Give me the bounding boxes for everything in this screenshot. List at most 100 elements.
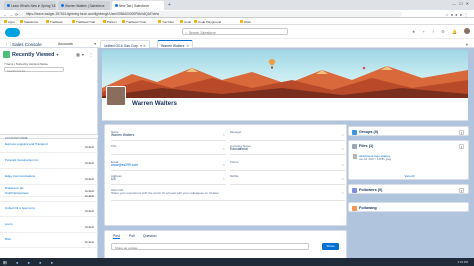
list-item[interactable]: Smith Enterprises Default — [0, 190, 98, 202]
bookmark[interactable]: Code Playground — [194, 20, 221, 24]
favicon-icon — [7, 4, 10, 8]
os-taskbar: ⊞ ● ● ● ● 4:33 PM — [0, 258, 474, 266]
mountain-landscape-illustration — [102, 59, 468, 98]
browser-tab-bar: Learn What's New in Spring '18 Warren Wa… — [0, 0, 474, 10]
favicon-icon — [61, 4, 64, 8]
list-item[interactable]: Loom Default — [0, 221, 98, 233]
profile-avatar[interactable] — [106, 86, 126, 106]
files-card: Files (1) ▾ attachment-logo-shapes Jan 1… — [348, 140, 469, 180]
tab-post[interactable]: Post — [113, 234, 120, 239]
following-title[interactable]: Following — [359, 206, 377, 210]
bookmark-icon — [122, 20, 125, 24]
taskbar-app-icons[interactable]: ● ● ● ● — [16, 260, 57, 265]
bookmark[interactable]: Trailhead Trust — [122, 20, 146, 24]
pencil-icon[interactable]: ✎ — [222, 147, 225, 151]
pencil-icon[interactable]: ✎ — [341, 133, 344, 137]
account-icon — [3, 51, 10, 58]
bookmarks-bar: Apps Salesforce Trailhead Trailhead Trai… — [0, 18, 474, 25]
bookmark-icon — [158, 20, 161, 24]
field-phone: Phone ✎ — [230, 159, 345, 171]
chevron-down-icon[interactable]: ▾ — [466, 42, 468, 48]
list-item[interactable]: Edge Communications Default — [0, 173, 98, 185]
field-company: Company Name Educational ✎ — [230, 143, 345, 155]
list-view-header: Recently Viewed ▾ ▦▾ ⋮ — [3, 51, 95, 59]
list-item[interactable]: Pyramid Construction Inc. Default — [0, 157, 98, 169]
profile-name: Warren Walters — [132, 100, 177, 107]
bookmark[interactable]: Salesforce — [20, 20, 38, 24]
bookmark-icon — [46, 20, 49, 24]
pencil-icon[interactable]: ✎ — [341, 163, 344, 167]
user-record-page: Warren Walters Name Warren Walters ✎ Man… — [100, 48, 474, 264]
user-details-card: Name Warren Walters ✎ Manager ✎ Title ✎ … — [104, 124, 347, 226]
browser-tab[interactable]: Warren Walters | Salesforce — [58, 1, 110, 10]
groups-title[interactable]: Groups (0) — [359, 130, 378, 134]
share-button[interactable]: Share — [322, 243, 339, 250]
share-update-input[interactable]: Share an update... — [111, 243, 309, 250]
browser-tab-active[interactable]: New Tab | Salesforce — [112, 1, 164, 10]
nav-arrows-icon[interactable]: ←→⟳ — [3, 12, 20, 17]
card-header: Followers (0) ▾ — [352, 187, 464, 194]
user-avatar[interactable] — [464, 28, 470, 34]
list-item[interactable]: United Oil & Gas Corp. Default — [0, 205, 98, 217]
tab-question[interactable]: Question — [143, 234, 157, 238]
tab-poll[interactable]: Poll — [129, 234, 135, 238]
list-tools-icons[interactable]: ▦▾ ⋮ — [76, 52, 95, 57]
pencil-icon[interactable]: ✎ — [341, 191, 344, 195]
list-item[interactable]: Bolo Default — [0, 236, 98, 248]
file-item[interactable]: attachment-logo-shapes Jan 10, 2017 • 12… — [353, 154, 463, 164]
bookmark-icon — [4, 20, 7, 24]
close-icon[interactable]: ▾ ✕ — [140, 44, 146, 48]
chevron-down-icon[interactable]: ▾ — [459, 129, 464, 135]
groups-card: Groups (0) ▾ — [348, 126, 469, 136]
address-bar: ←→⟳ https://brave-badger-397516.lightnin… — [0, 10, 474, 18]
card-header: Files (1) ▾ — [352, 143, 464, 150]
list-view-selector[interactable]: Recently Viewed ▾ — [12, 52, 58, 58]
pencil-icon[interactable]: ✎ — [341, 177, 344, 181]
header-utility-icons[interactable]: ★ + ? ⚙ 🔔 — [412, 29, 460, 34]
files-title[interactable]: Files (1) — [359, 144, 373, 148]
windows-start-icon[interactable]: ⊞ — [3, 260, 7, 266]
chevron-down-icon[interactable]: ▾ — [459, 187, 464, 193]
list-search-input[interactable]: Search this list... — [4, 67, 64, 73]
chevron-down-icon[interactable]: ▾ — [459, 143, 464, 149]
pencil-icon[interactable]: ✎ — [222, 133, 225, 137]
image-file-icon — [353, 154, 357, 159]
bookmark[interactable]: Trailhead — [46, 20, 62, 24]
extension-icons[interactable]: ☆●●●⋮ — [445, 12, 470, 17]
field-title: Title ✎ — [111, 143, 226, 155]
pencil-icon[interactable]: ✎ — [222, 163, 225, 167]
bookmark-icon — [103, 20, 106, 24]
salesforce-logo[interactable] — [5, 27, 20, 37]
field-name: Name Warren Walters ✎ — [111, 129, 226, 141]
new-tab-button[interactable]: + — [168, 2, 174, 8]
bookmark[interactable]: Partner — [103, 20, 117, 24]
followers-icon — [352, 187, 357, 193]
bookmark[interactable]: Work — [240, 20, 251, 24]
url-field[interactable]: https://brave-badger-397516.lightning.fo… — [22, 11, 402, 17]
view-all-link[interactable]: View All — [349, 174, 470, 178]
field-email: Email www@ss299.com ✎ — [111, 159, 226, 171]
window-controls[interactable]: —☐✕ — [452, 1, 472, 6]
column-header[interactable]: ACCOUNT NAME — [0, 134, 98, 140]
bookmark[interactable]: Cook — [180, 20, 191, 24]
search-icon: ⌕ — [185, 30, 187, 35]
field-about-me: About Me Share your experience with the … — [111, 187, 345, 201]
global-search-input[interactable]: ⌕ Search Salesforce — [182, 28, 288, 35]
followers-card: Followers (0) ▾ — [348, 184, 469, 194]
pencil-icon[interactable]: ✎ — [341, 147, 344, 151]
bookmark[interactable]: Apps — [4, 20, 15, 24]
chevron-down-icon: ▾ — [94, 42, 96, 46]
close-icon[interactable]: ✕ — [186, 44, 189, 48]
browser-tab[interactable]: Learn What's New in Spring '18 — [4, 1, 56, 10]
bookmark-icon — [180, 20, 183, 24]
pencil-icon[interactable]: ✎ — [222, 177, 225, 181]
console-navbar: ⋮⋮ Sales Console Accounts ▾ Unified Oil &… — [0, 38, 474, 49]
bookmark[interactable]: Trailhead Trail — [72, 20, 95, 24]
list-item[interactable]: Express Logistics and Transport Default — [0, 141, 98, 153]
email-link[interactable]: www@ss299.com — [111, 163, 138, 167]
bookmark-icon — [240, 20, 243, 24]
followers-title[interactable]: Followers (0) — [359, 188, 382, 192]
card-header: Following — [352, 205, 464, 212]
bookmark[interactable]: YouTube — [158, 20, 174, 24]
object-selector[interactable]: Accounts ▾ — [58, 42, 98, 46]
